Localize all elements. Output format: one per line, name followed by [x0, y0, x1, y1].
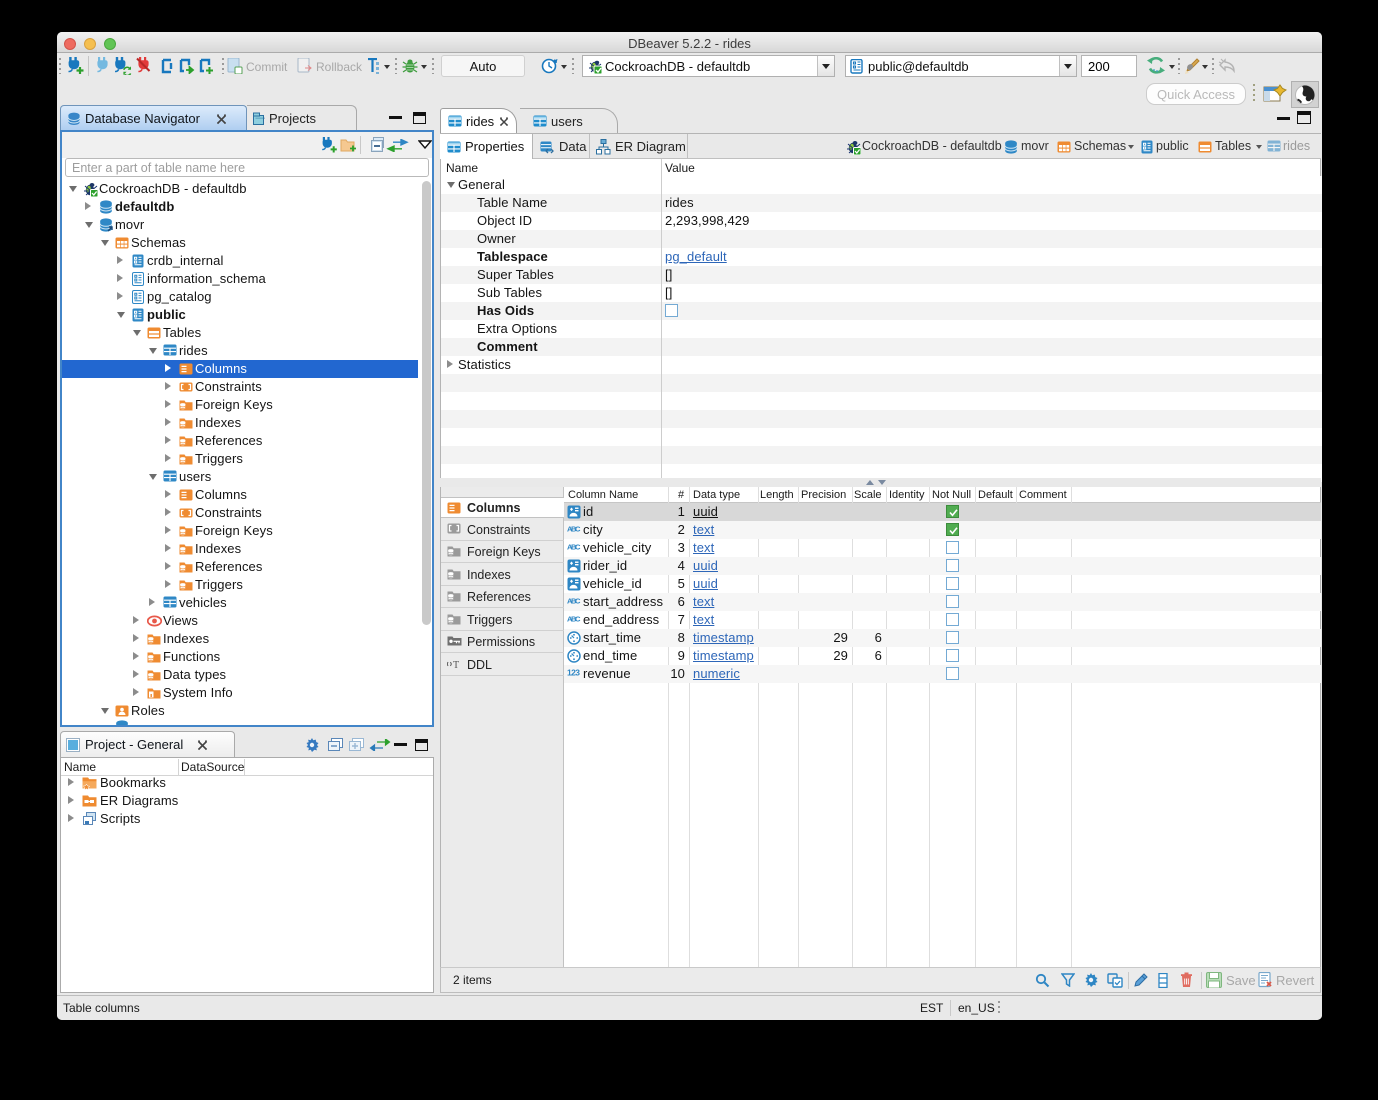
svg-text:T: T: [453, 660, 459, 670]
